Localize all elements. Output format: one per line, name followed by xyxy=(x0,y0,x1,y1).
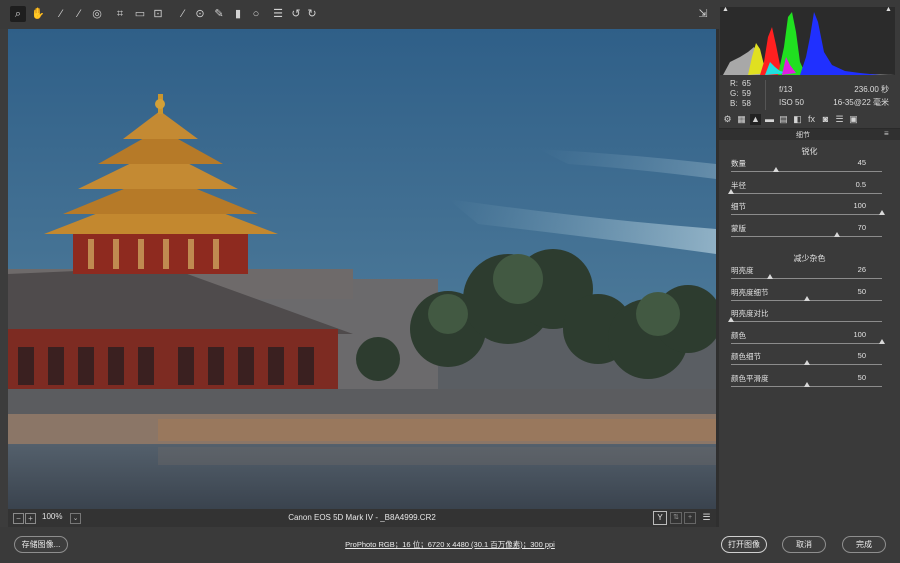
r-value: 65 xyxy=(742,79,751,88)
iso-value: ISO 50 xyxy=(779,98,804,107)
lens-value: 16-35@22 毫米 xyxy=(833,98,889,107)
slider-thumb[interactable] xyxy=(773,167,780,172)
slider-track[interactable] xyxy=(731,235,882,237)
slider-track[interactable] xyxy=(731,321,882,322)
info-divider xyxy=(765,80,766,110)
slider-value[interactable]: 70 xyxy=(858,223,866,232)
spot-removal-tool-icon[interactable]: ⁄ xyxy=(176,7,190,21)
slider-value[interactable]: 26 xyxy=(858,265,866,274)
slider-label: 明亮度对比 xyxy=(731,309,769,318)
split-toning-tab-icon[interactable]: ▤ xyxy=(778,114,789,125)
swap-settings-icon[interactable]: ⇅ xyxy=(670,512,682,524)
done-button[interactable]: 完成 xyxy=(842,536,886,553)
slider-value[interactable]: 0.5 xyxy=(856,180,866,189)
transform-tool-icon[interactable]: ⊡ xyxy=(151,7,165,21)
slider-label: 蒙版 xyxy=(731,223,746,233)
preferences-icon[interactable]: ☰ xyxy=(271,7,285,21)
shadow-clipping-warning-icon[interactable]: ▲ xyxy=(722,6,729,13)
zoom-tool-icon[interactable]: ⌕ xyxy=(10,6,26,22)
slider-value[interactable]: 100 xyxy=(853,201,866,210)
section-title: 细节 xyxy=(796,132,810,139)
basic-tab-icon[interactable]: ⚙ xyxy=(722,114,733,125)
preview-status-bar: − + 100% ⌄ Canon EOS 5D Mark IV - _B8A49… xyxy=(8,509,716,527)
red-eye-tool-icon[interactable]: ⊙ xyxy=(193,7,207,21)
slider-track[interactable] xyxy=(731,171,882,172)
adjustment-brush-icon[interactable]: ✎ xyxy=(212,7,226,21)
slider-label: 颜色平滑度 xyxy=(731,373,769,383)
camera-info: f/13 236.00 秒 ISO 50 16-35@22 毫米 xyxy=(779,83,889,109)
aperture-value: f/13 xyxy=(779,85,793,94)
slider-value[interactable]: 50 xyxy=(858,287,866,296)
camera-calibration-tab-icon[interactable]: ◙ xyxy=(820,114,831,125)
slider-thumb[interactable] xyxy=(767,274,774,279)
before-after-view-button[interactable]: Y xyxy=(653,511,667,525)
presets-tab-icon[interactable]: ☰ xyxy=(834,114,845,125)
effects-tab-icon[interactable]: fx xyxy=(806,114,817,125)
detail-tab-icon[interactable]: ▲ xyxy=(750,114,761,125)
cancel-button[interactable]: 取消 xyxy=(782,536,826,553)
straighten-tool-icon[interactable]: ▭ xyxy=(133,7,147,21)
panel-tabs: ⚙ ▦ ▲ ▬ ▤ ◧ fx ◙ ☰ ▣ xyxy=(719,113,900,127)
rotate-left-icon[interactable]: ↺ xyxy=(289,7,303,21)
image-preview[interactable] xyxy=(8,29,716,509)
hsl-tab-icon[interactable]: ▬ xyxy=(764,114,775,125)
slider-label: 明亮度 xyxy=(731,266,754,275)
slider-value[interactable]: 50 xyxy=(858,373,866,382)
hand-tool-icon[interactable]: ✋ xyxy=(31,7,45,21)
highlight-clipping-warning-icon[interactable]: ▲ xyxy=(885,6,892,13)
copy-settings-icon[interactable]: + xyxy=(684,512,696,524)
crop-tool-icon[interactable]: ⌗ xyxy=(113,7,127,21)
shutter-value: 236.00 秒 xyxy=(854,85,889,94)
slider-label: 数量 xyxy=(731,159,746,168)
slider-thumb[interactable] xyxy=(728,188,734,194)
noise-reduction-heading: 减少杂色 xyxy=(793,254,826,263)
bottom-bar: 存储图像... ProPhoto RGB；16 位；6720 x 4480 (3… xyxy=(0,527,900,563)
adjustments-panel: ▲ ▲ R: 65 G: 59 B: 58 f/13 236.00 秒 ISO 50 16… xyxy=(719,0,900,527)
b-value: 58 xyxy=(742,99,751,108)
photo-forbidden-city-corner-tower xyxy=(8,29,716,509)
slider-thumb[interactable] xyxy=(879,338,885,344)
tone-curve-tab-icon[interactable]: ▦ xyxy=(736,114,747,125)
slider-label: 明亮度细节 xyxy=(731,287,769,297)
slider-thumb[interactable] xyxy=(833,231,840,237)
slider-value[interactable]: 50 xyxy=(858,351,866,360)
section-header: 细节 ≡ xyxy=(719,128,900,140)
open-image-button[interactable]: 打开图像 xyxy=(721,536,767,553)
slider-track[interactable] xyxy=(731,214,882,215)
slider-thumb[interactable] xyxy=(803,295,810,301)
white-balance-tool-icon[interactable]: ⁄ xyxy=(54,7,68,21)
slider-track[interactable] xyxy=(731,192,882,194)
slider-label: 颜色细节 xyxy=(731,352,761,361)
slider-label: 细节 xyxy=(731,202,746,211)
radial-filter-icon[interactable]: ○ xyxy=(249,7,263,21)
g-label: G: xyxy=(730,89,739,98)
slider-label: 颜色 xyxy=(731,330,746,340)
file-name: Canon EOS 5D Mark IV - _B8A4999.CR2 xyxy=(288,513,436,522)
lens-corrections-tab-icon[interactable]: ◧ xyxy=(792,114,803,125)
graduated-filter-icon[interactable]: ▮ xyxy=(231,7,245,21)
slider-thumb[interactable] xyxy=(803,360,810,365)
rgb-readout: R: 65 G: 59 B: 58 xyxy=(730,79,754,109)
b-label: B: xyxy=(730,99,738,108)
panel-menu-icon[interactable]: ≡ xyxy=(884,129,889,138)
sharpening-heading: 锐化 xyxy=(801,147,818,156)
snapshots-tab-icon[interactable]: ▣ xyxy=(848,114,859,125)
slider-value[interactable]: 45 xyxy=(858,158,866,167)
slider-value[interactable]: 100 xyxy=(853,330,866,339)
workflow-options-text[interactable]: ProPhoto RGB；16 位；6720 x 4480 (30.1 百万像素… xyxy=(345,540,555,549)
slider-track[interactable] xyxy=(731,342,882,344)
slider-thumb[interactable] xyxy=(728,317,734,322)
targeted-adjustment-tool-icon[interactable]: ◎ xyxy=(90,7,104,21)
r-label: R: xyxy=(730,79,738,88)
histogram xyxy=(720,7,895,75)
slider-track[interactable] xyxy=(731,278,882,279)
g-value: 59 xyxy=(742,89,751,98)
export-icon[interactable]: ⇲ xyxy=(696,8,710,21)
slider-thumb[interactable] xyxy=(879,210,885,215)
color-sampler-tool-icon[interactable]: ⁄ xyxy=(72,7,86,21)
rotate-right-icon[interactable]: ↻ xyxy=(305,7,319,21)
slider-thumb[interactable] xyxy=(803,381,810,387)
preview-settings-icon[interactable]: ☰ xyxy=(701,512,712,523)
